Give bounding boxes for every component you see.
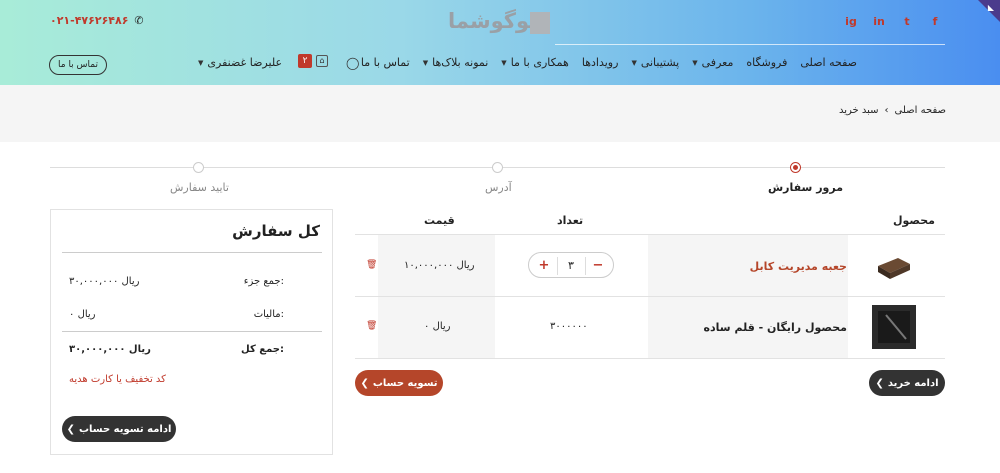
continue-shopping-label: ادامه خرید [887, 377, 939, 389]
chevron-down-icon: ▼ [501, 58, 507, 67]
nav-item-support[interactable]: پشتیبانی ▼ [631, 56, 679, 69]
contact-us-button[interactable]: تماس با ما [49, 55, 107, 75]
product-image-pen[interactable] [872, 305, 916, 349]
chevron-down-icon: ▼ [631, 58, 637, 67]
chevron-down-icon: ▼ [422, 58, 429, 67]
column-header-product: محصول [892, 214, 935, 227]
linkedin-icon[interactable]: in [872, 15, 886, 28]
subtotal-label: جمع جزء: [243, 276, 284, 287]
chevron-down-icon: ▼ [692, 58, 698, 67]
nav-label: صفحه اصلی [800, 56, 857, 69]
column-header-quantity: تعداد [557, 214, 584, 227]
nav-label: معرفی [701, 56, 734, 69]
subtotal-value: ۳۰,۰۰۰,۰۰۰ ریال [69, 276, 140, 287]
continue-checkout-label: ادامه تسویه حساب [78, 423, 172, 435]
chevron-left-icon: ‹ [884, 105, 889, 116]
increment-button[interactable]: + [537, 258, 551, 273]
checkout-button[interactable]: ❮ تسویه حساب [355, 370, 443, 396]
quantity-value[interactable]: ۳ [568, 259, 574, 272]
total-value: ۳۰,۰۰۰,۰۰۰ ریال [69, 344, 151, 355]
corner-icon: ◣ [987, 3, 994, 12]
step-dot-review [790, 162, 801, 173]
phone-icon: ✆ [134, 14, 144, 27]
nav-label: پشتیبانی [640, 56, 680, 69]
trash-icon[interactable]: 🗑 [366, 260, 377, 270]
chevron-down-icon: ▼ [198, 58, 204, 67]
product-quantity: ۳۰۰۰۰۰۰ [550, 321, 588, 332]
tax-value: ۰ ریال [69, 309, 96, 320]
nav-item-about[interactable]: معرفی ▼ [692, 56, 733, 69]
stepper-divider [585, 257, 586, 275]
step-label-confirm[interactable]: تایید سفارش [170, 181, 229, 194]
step-label-address[interactable]: آدرس [485, 181, 512, 194]
checkout-label: تسویه حساب [372, 377, 438, 389]
nav-label: فروشگاه [746, 56, 788, 69]
nav-label: نمونه بلاک‌ها [432, 56, 489, 69]
summary-divider [62, 252, 322, 253]
coupon-link[interactable]: کد تخفیف یا کارت هدیه [69, 374, 166, 385]
cart-count-badge: ۲ [298, 54, 312, 68]
nav-item-contact[interactable]: تماس با ما [361, 56, 410, 69]
summary-divider [62, 331, 322, 332]
nav-item-blocks[interactable]: نمونه بلاک‌ها ▼ [423, 56, 489, 69]
breadcrumb-current: سبد خرید [838, 105, 879, 116]
nav-item-shop[interactable]: فروشگاه [746, 56, 787, 69]
site-header: ◣ ۰۲۱-۴۷۶۲۶۴۸۶ ✆ لوگوشما ig in t f تماس … [0, 0, 1000, 85]
stepper-divider [557, 257, 558, 275]
chevron-left-icon: ❮ [66, 423, 75, 435]
twitter-icon[interactable]: t [900, 15, 914, 28]
nav-label: تماس با ما [360, 56, 410, 69]
product-price: ۰ ریال [424, 321, 451, 332]
phone-number-text: ۰۲۱-۴۷۶۲۶۴۸۶ [50, 14, 129, 27]
continue-checkout-button[interactable]: ❮ ادامه تسویه حساب [62, 416, 176, 442]
chevron-left-icon: ❮ [360, 377, 369, 389]
step-label-review[interactable]: مرور سفارش [768, 181, 843, 194]
nav-item-partner[interactable]: همکاری با ما ▼ [501, 56, 569, 69]
nav-item-events[interactable]: رویدادها [582, 56, 619, 69]
nav-label: رویدادها [581, 56, 619, 69]
logo-mark [530, 12, 550, 34]
product-name[interactable]: جعبه مدیریت کابل [750, 260, 847, 273]
product-image-cable-box[interactable] [872, 244, 916, 288]
cart-icon: ⌂ [316, 55, 328, 67]
table-divider [355, 358, 945, 359]
total-label: جمع کل: [241, 344, 284, 355]
chat-icon[interactable]: ◯ [346, 56, 360, 70]
social-links: ig in t f [844, 15, 942, 28]
continue-shopping-button[interactable]: ❮ ادامه خرید [869, 370, 945, 396]
step-dot-address [492, 162, 503, 173]
breadcrumb: صفحه اصلی ‹ سبد خرید [839, 105, 946, 116]
column-header-price: قیمت [424, 214, 455, 227]
nav-label: همکاری با ما [510, 56, 569, 69]
trash-icon[interactable]: 🗑 [366, 321, 377, 331]
tax-label: مالیات: [253, 309, 284, 320]
breadcrumb-home[interactable]: صفحه اصلی [895, 105, 946, 116]
phone-number[interactable]: ۰۲۱-۴۷۶۲۶۴۸۶ ✆ [50, 14, 144, 27]
order-summary-panel: کل سفارش جمع جزء: ۳۰,۰۰۰,۰۰۰ ریال مالیات… [50, 209, 333, 455]
chevron-left-icon: ❮ [875, 377, 884, 389]
instagram-icon[interactable]: ig [844, 15, 858, 28]
product-price: ۱۰,۰۰۰,۰۰۰ ریال [404, 260, 475, 271]
user-menu[interactable]: ▼ علیرضا غضنفری [198, 56, 282, 69]
product-name[interactable]: محصول رایگان - قلم ساده [704, 321, 847, 334]
nav-item-home[interactable]: صفحه اصلی [800, 56, 857, 69]
facebook-icon[interactable]: f [928, 15, 942, 28]
summary-title: کل سفارش [232, 222, 320, 240]
logo-text: لوگوشما [448, 9, 538, 33]
step-dot-confirm [193, 162, 204, 173]
quantity-stepper: + ۳ − [528, 252, 614, 278]
user-name: علیرضا غضنفری [207, 56, 283, 69]
site-logo[interactable]: لوگوشما [448, 9, 552, 37]
header-divider [555, 44, 945, 45]
decrement-button[interactable]: − [591, 258, 605, 273]
cart-button[interactable]: ۲ ⌂ [298, 54, 328, 68]
main-nav: صفحه اصلی فروشگاه معرفی ▼ پشتیبانی ▼ رویدا… [361, 56, 857, 69]
